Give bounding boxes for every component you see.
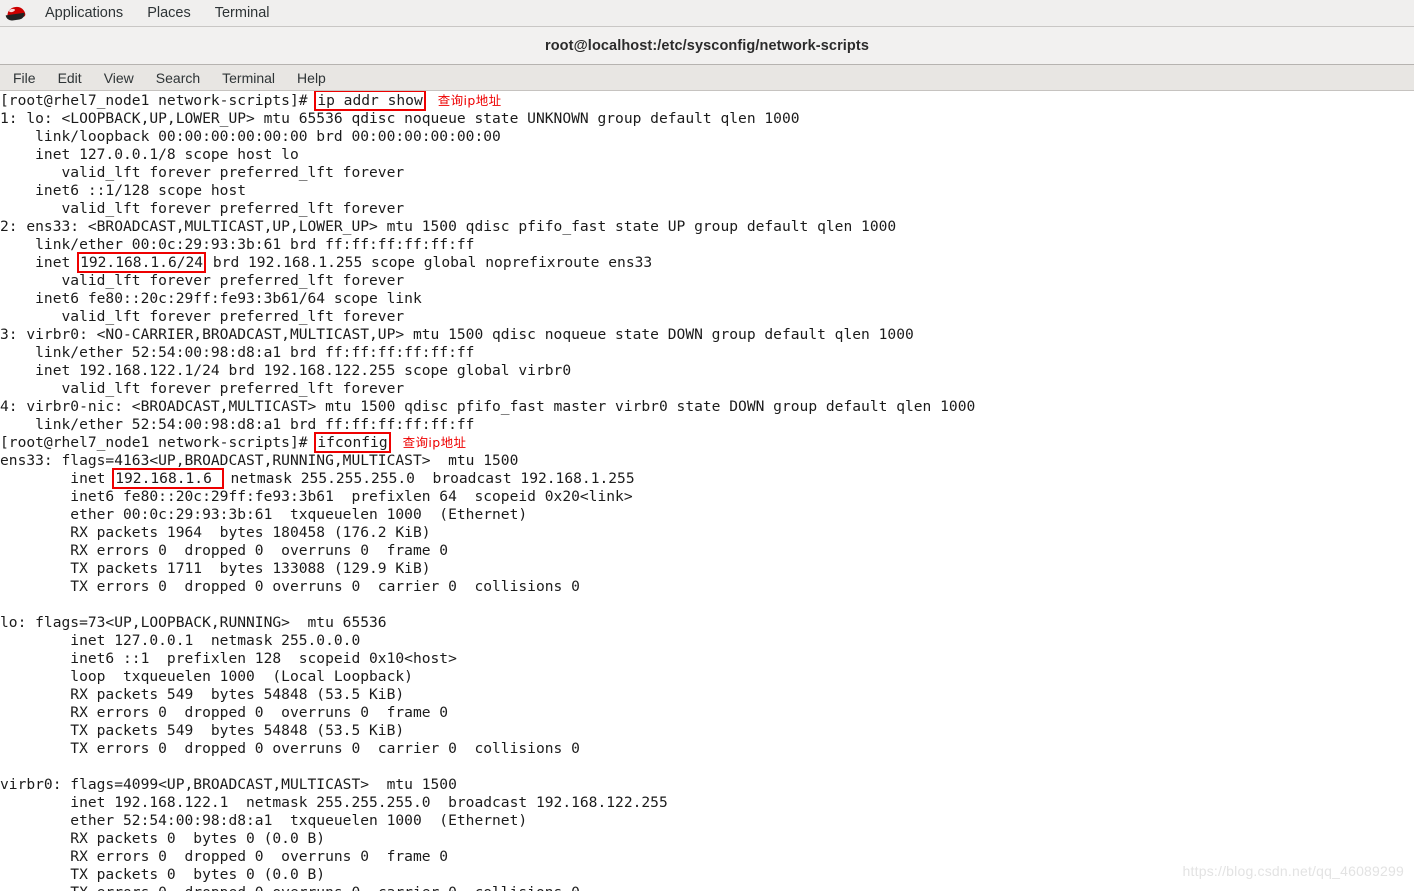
ifconfig-lo-block: lo: flags=73<UP,LOOPBACK,RUNNING> mtu 65…	[0, 614, 1414, 776]
terminal-line: TX errors 0 dropped 0 overruns 0 carrier…	[0, 740, 580, 757]
terminal-line: RX packets 549 bytes 54848 (53.5 KiB)	[0, 686, 405, 703]
terminal-line: valid_lft forever preferred_lft forever	[0, 164, 405, 181]
terminal-line: link/loopback 00:00:00:00:00:00 brd 00:0…	[0, 128, 501, 145]
shell-prompt-1: [root@rhel7_node1 network-scripts]#	[0, 92, 317, 109]
menu-terminal[interactable]: Terminal	[211, 68, 286, 88]
gnome-top-panel: Applications Places Terminal	[0, 0, 1414, 27]
terminal-line: TX errors 0 dropped 0 overruns 0 carrier…	[0, 578, 580, 595]
window-title: root@localhost:/etc/sysconfig/network-sc…	[544, 37, 869, 54]
terminal-line: TX packets 1711 bytes 133088 (129.9 KiB)	[0, 560, 431, 577]
ifconfig-ens33-inet-prefix: inet	[0, 470, 115, 487]
menu-file[interactable]: File	[2, 68, 47, 88]
annotation-ip-addr-show: 查询ip地址	[437, 93, 502, 108]
terminal-line: valid_lft forever preferred_lft forever	[0, 308, 405, 325]
ens33-inet-line: inet 192.168.1.6/24 brd 192.168.1.255 sc…	[0, 252, 1414, 273]
terminal-line: TX packets 0 bytes 0 (0.0 B)	[0, 866, 326, 883]
terminal-output-area[interactable]: [root@rhel7_node1 network-scripts]# ip a…	[0, 91, 1414, 891]
ip-addr-show-output-block-1: 1: lo: <LOOPBACK,UP,LOWER_UP> mtu 65536 …	[0, 110, 1414, 254]
ip-addr-show-output-block-2: valid_lft forever preferred_lft forever …	[0, 272, 1414, 434]
terminal-line: link/ether 52:54:00:98:d8:a1 brd ff:ff:f…	[0, 416, 475, 433]
terminal-line: valid_lft forever preferred_lft forever	[0, 380, 405, 397]
terminal-line: RX packets 1964 bytes 180458 (176.2 KiB)	[0, 524, 431, 541]
terminal-line: virbr0: flags=4099<UP,BROADCAST,MULTICAS…	[0, 776, 457, 793]
command-line-2: [root@rhel7_node1 network-scripts]# ifco…	[0, 432, 1414, 453]
terminal-line: RX errors 0 dropped 0 overruns 0 frame 0	[0, 848, 449, 865]
terminal-line: inet 127.0.0.1/8 scope host lo	[0, 146, 299, 163]
places-menu[interactable]: Places	[135, 2, 203, 24]
ens33-inet-suffix: brd 192.168.1.255 scope global noprefixr…	[204, 254, 653, 271]
shell-prompt-2: [root@rhel7_node1 network-scripts]#	[0, 434, 317, 451]
menu-search[interactable]: Search	[145, 68, 211, 88]
terminal-line: loop txqueuelen 1000 (Local Loopback)	[0, 668, 413, 685]
ens33-ip-address-highlight: 192.168.1.6/24	[77, 252, 207, 273]
terminal-line: link/ether 52:54:00:98:d8:a1 brd ff:ff:f…	[0, 344, 475, 361]
terminal-line: inet 127.0.0.1 netmask 255.0.0.0	[0, 632, 361, 649]
ifconfig-ens33-inet-line: inet 192.168.1.6 netmask 255.255.255.0 b…	[0, 468, 1414, 489]
terminal-line: valid_lft forever preferred_lft forever	[0, 200, 405, 217]
terminal-line: inet6 ::1/128 scope host	[0, 182, 247, 199]
terminal-line: RX packets 0 bytes 0 (0.0 B)	[0, 830, 326, 847]
command-ifconfig: ifconfig	[314, 432, 391, 453]
terminal-line: ether 00:0c:29:93:3b:61 txqueuelen 1000 …	[0, 506, 528, 523]
menu-view[interactable]: View	[93, 68, 145, 88]
ifconfig-virbr0-block: virbr0: flags=4099<UP,BROADCAST,MULTICAS…	[0, 776, 1414, 891]
menu-edit[interactable]: Edit	[47, 68, 93, 88]
terminal-line: inet6 ::1 prefixlen 128 scopeid 0x10<hos…	[0, 650, 457, 667]
terminal-line: 2: ens33: <BROADCAST,MULTICAST,UP,LOWER_…	[0, 218, 897, 235]
applications-menu[interactable]: Applications	[33, 2, 135, 24]
ens33-inet-prefix: inet	[0, 254, 80, 271]
terminal-line: inet6 fe80::20c:29ff:fe93:3b61 prefixlen…	[0, 488, 633, 505]
command-line-1: [root@rhel7_node1 network-scripts]# ip a…	[0, 91, 1414, 111]
terminal-line: RX errors 0 dropped 0 overruns 0 frame 0	[0, 704, 449, 721]
terminal-line: TX packets 549 bytes 54848 (53.5 KiB)	[0, 722, 405, 739]
terminal-line: TX errors 0 dropped 0 overruns 0 carrier…	[0, 884, 1414, 891]
terminal-line: link/ether 00:0c:29:93:3b:61 brd ff:ff:f…	[0, 236, 475, 253]
terminal-line: inet 192.168.122.1 netmask 255.255.255.0…	[0, 794, 668, 811]
ifconfig-ens33-header: ens33: flags=4163<UP,BROADCAST,RUNNING,M…	[0, 452, 519, 469]
terminal-line: inet 192.168.122.1/24 brd 192.168.122.25…	[0, 362, 572, 379]
menu-help[interactable]: Help	[286, 68, 337, 88]
ifconfig-ens33-inet-suffix: netmask 255.255.255.0 broadcast 192.168.…	[221, 470, 635, 487]
window-titlebar[interactable]: root@localhost:/etc/sysconfig/network-sc…	[0, 27, 1414, 65]
terminal-line: 3: virbr0: <NO-CARRIER,BROADCAST,MULTICA…	[0, 326, 914, 343]
terminal-line: inet6 fe80::20c:29ff:fe93:3b61/64 scope …	[0, 290, 422, 307]
terminal-line: 1: lo: <LOOPBACK,UP,LOWER_UP> mtu 65536 …	[0, 110, 800, 127]
annotation-ifconfig: 查询ip地址	[402, 435, 467, 450]
terminal-line: ether 52:54:00:98:d8:a1 txqueuelen 1000 …	[0, 812, 528, 829]
terminal-line: valid_lft forever preferred_lft forever	[0, 272, 405, 289]
terminal-menu[interactable]: Terminal	[203, 2, 282, 24]
command-ip-addr-show: ip addr show	[314, 91, 426, 111]
terminal-line: 4: virbr0-nic: <BROADCAST,MULTICAST> mtu…	[0, 398, 976, 415]
ifconfig-ens33-stats: inet6 fe80::20c:29ff:fe93:3b61 prefixlen…	[0, 488, 1414, 614]
terminal-menubar: File Edit View Search Terminal Help	[0, 65, 1414, 91]
ifconfig-ip-address-highlight: 192.168.1.6	[112, 468, 224, 489]
terminal-line: lo: flags=73<UP,LOOPBACK,RUNNING> mtu 65…	[0, 614, 387, 631]
redhat-logo-icon	[5, 3, 26, 23]
terminal-line: RX errors 0 dropped 0 overruns 0 frame 0	[0, 542, 449, 559]
